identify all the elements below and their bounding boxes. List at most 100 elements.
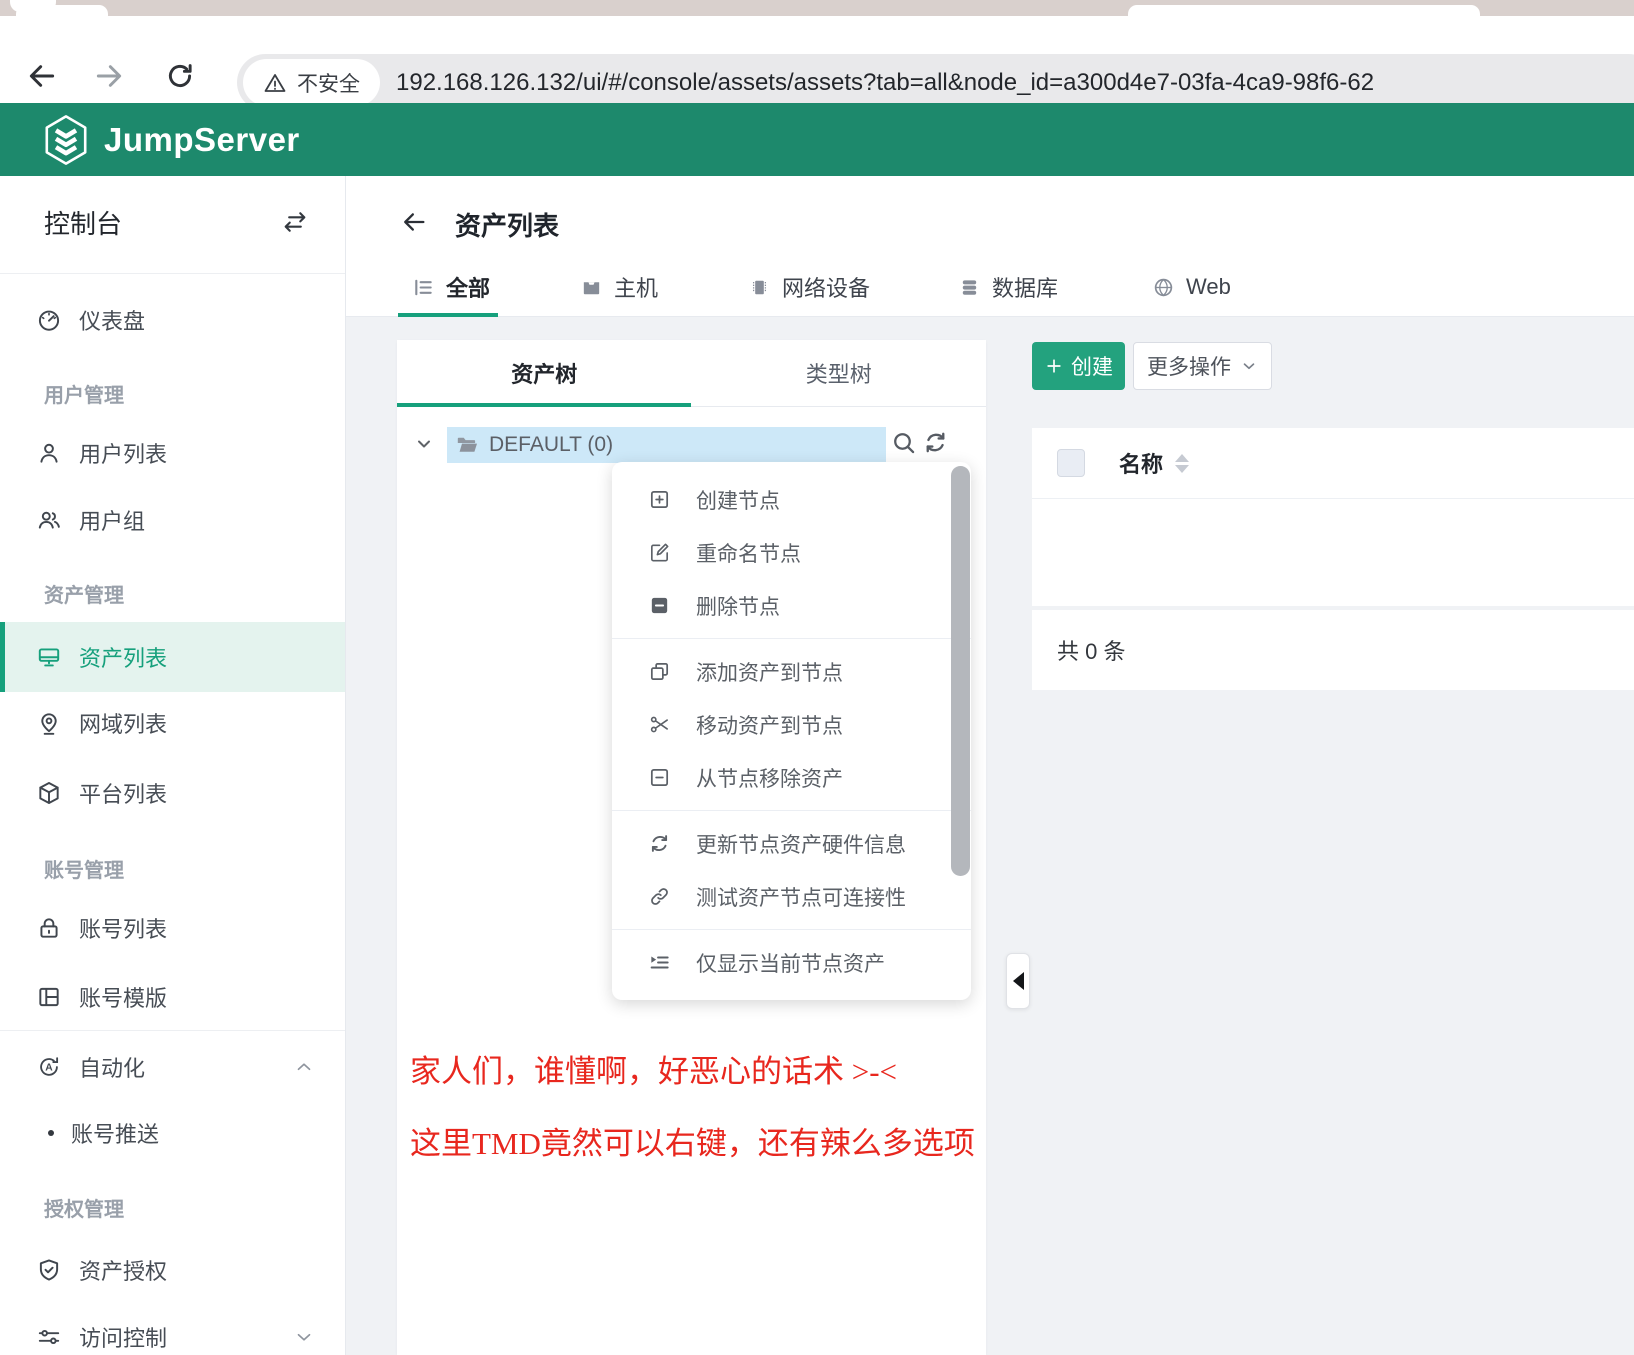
tab-host[interactable]: 主机 bbox=[580, 270, 658, 304]
sidebar-item-asset-perms[interactable]: 资产授权 bbox=[0, 1242, 345, 1298]
warning-icon bbox=[263, 71, 287, 95]
chevron-up-icon[interactable] bbox=[293, 1056, 315, 1078]
sidebar-section-users: 用户管理 bbox=[44, 379, 124, 408]
refresh-icon bbox=[648, 832, 671, 855]
page-title: 资产列表 bbox=[455, 206, 559, 243]
jumpserver-logo-icon bbox=[42, 114, 90, 166]
sidebar-section-perms: 授权管理 bbox=[44, 1193, 124, 1222]
tab-network-device[interactable]: 网络设备 bbox=[748, 270, 870, 304]
table-header-row: 名称 bbox=[1032, 428, 1634, 499]
tab-all[interactable]: 全部 bbox=[412, 270, 490, 304]
sidebar-section-assets: 资产管理 bbox=[44, 579, 124, 608]
tab-label: 全部 bbox=[446, 271, 490, 303]
menu-item-update-hardware-info[interactable]: 更新节点资产硬件信息 bbox=[612, 817, 971, 870]
panel-collapse-handle[interactable] bbox=[1006, 953, 1030, 1009]
sidebar-header: 控制台 bbox=[0, 194, 345, 250]
platform-icon bbox=[36, 780, 62, 806]
sidebar-item-access-control[interactable]: 访问控制 bbox=[0, 1309, 345, 1355]
menu-item-label: 重命名节点 bbox=[696, 538, 801, 568]
select-all-checkbox[interactable] bbox=[1057, 449, 1085, 477]
browser-tab-strip bbox=[0, 0, 1634, 16]
sort-icon[interactable] bbox=[1175, 454, 1189, 473]
create-button-label: 创建 bbox=[1071, 351, 1113, 381]
reload-icon[interactable] bbox=[164, 60, 196, 92]
menu-item-test-connectivity[interactable]: 测试资产节点可连接性 bbox=[612, 870, 971, 923]
shield-check-icon bbox=[36, 1257, 62, 1283]
sidebar-item-label: 自动化 bbox=[79, 1051, 145, 1083]
user-group-icon bbox=[36, 507, 62, 533]
sidebar-item-platform-list[interactable]: 平台列表 bbox=[0, 765, 345, 821]
refresh-icon[interactable] bbox=[922, 429, 949, 456]
list-icon bbox=[412, 276, 435, 299]
menu-item-label: 仅显示当前节点资产 bbox=[696, 948, 885, 978]
sidebar-item-account-list[interactable]: 账号列表 bbox=[0, 900, 345, 956]
collapse-left-icon bbox=[1013, 972, 1024, 990]
url-text[interactable]: 192.168.126.132/ui/#/console/assets/asse… bbox=[396, 69, 1374, 97]
sidebar-item-user-group[interactable]: 用户组 bbox=[0, 492, 345, 548]
back-icon-page[interactable] bbox=[400, 208, 428, 236]
menu-divider bbox=[612, 638, 971, 639]
menu-item-show-current-node-assets[interactable]: 仅显示当前节点资产 bbox=[612, 936, 971, 989]
menu-divider bbox=[612, 929, 971, 930]
menu-item-remove-assets-from-node[interactable]: 从节点移除资产 bbox=[612, 751, 971, 804]
swap-panel-icon[interactable] bbox=[281, 208, 309, 236]
sidebar-divider bbox=[0, 273, 345, 274]
more-actions-button[interactable]: 更多操作 bbox=[1133, 342, 1272, 390]
bullet-icon bbox=[48, 1130, 54, 1136]
filter-list-icon bbox=[648, 951, 671, 974]
sidebar-item-account-template[interactable]: 账号模版 bbox=[0, 969, 345, 1025]
annotation-line-2: 这里TMD竟然可以右键，还有辣么多选项 bbox=[410, 1118, 975, 1163]
tree-chevron-down-icon[interactable] bbox=[414, 434, 434, 454]
sidebar-item-label: 访问控制 bbox=[79, 1321, 167, 1353]
browser-toolbar: 不安全 192.168.126.132/ui/#/console/assets/… bbox=[0, 16, 1634, 103]
asset-table: 名称 bbox=[1032, 428, 1634, 606]
tree-node-default[interactable]: DEFAULT (0) bbox=[447, 427, 886, 463]
tab-label: 数据库 bbox=[992, 271, 1058, 303]
tab-type-tree[interactable]: 类型树 bbox=[692, 340, 987, 406]
tab-asset-tree[interactable]: 资产树 bbox=[397, 340, 692, 406]
scrollbar-thumb[interactable] bbox=[951, 466, 970, 876]
menu-item-label: 测试资产节点可连接性 bbox=[696, 882, 906, 912]
minus-square-icon bbox=[648, 766, 671, 789]
search-icon[interactable] bbox=[891, 430, 917, 456]
sidebar-item-dashboard[interactable]: 仪表盘 bbox=[0, 292, 345, 348]
menu-item-move-assets-to-node[interactable]: 移动资产到节点 bbox=[612, 698, 971, 751]
sidebar-item-label: 资产列表 bbox=[79, 641, 167, 673]
security-badge[interactable]: 不安全 bbox=[243, 59, 380, 106]
browser-tab-fragment[interactable] bbox=[16, 5, 108, 16]
back-icon[interactable] bbox=[26, 60, 58, 92]
menu-item-label: 更新节点资产硬件信息 bbox=[696, 829, 906, 859]
edit-icon bbox=[648, 541, 671, 564]
chevron-down-icon[interactable] bbox=[293, 1326, 315, 1348]
sidebar-item-user-list[interactable]: 用户列表 bbox=[0, 425, 345, 481]
forward-icon[interactable] bbox=[93, 60, 125, 92]
sidebar-item-label: 账号列表 bbox=[79, 912, 167, 944]
tree-panel-tabs: 资产树 类型树 bbox=[397, 340, 986, 407]
domain-icon bbox=[36, 710, 62, 736]
tab-label: Web bbox=[1186, 274, 1231, 300]
sidebar-item-domain-list[interactable]: 网域列表 bbox=[0, 695, 345, 751]
node-context-menu: 创建节点 重命名节点 删除节点 添加资产到节点 移动资产到节点 bbox=[612, 462, 971, 1000]
browser-tab-fragment[interactable] bbox=[1128, 5, 1480, 16]
sidebar-item-asset-list[interactable]: 资产列表 bbox=[0, 622, 345, 692]
tab-database[interactable]: 数据库 bbox=[958, 270, 1058, 304]
sidebar-item-label: 用户列表 bbox=[79, 437, 167, 469]
link-icon bbox=[648, 885, 671, 908]
copy-icon bbox=[648, 660, 671, 683]
menu-item-rename-node[interactable]: 重命名节点 bbox=[612, 526, 971, 579]
account-lock-icon bbox=[36, 915, 62, 941]
tab-web[interactable]: Web bbox=[1152, 270, 1231, 304]
menu-item-add-assets-to-node[interactable]: 添加资产到节点 bbox=[612, 645, 971, 698]
sidebar-item-label: 仪表盘 bbox=[79, 304, 145, 336]
brand[interactable]: JumpServer bbox=[42, 114, 300, 166]
svg-text:A: A bbox=[45, 1063, 53, 1074]
menu-item-delete-node[interactable]: 删除节点 bbox=[612, 579, 971, 632]
sidebar-item-account-push[interactable]: 账号推送 bbox=[0, 1105, 345, 1161]
database-icon bbox=[958, 276, 981, 299]
tab-label: 主机 bbox=[614, 271, 658, 303]
menu-item-create-node[interactable]: 创建节点 bbox=[612, 473, 971, 526]
sidebar-item-automation[interactable]: A 自动化 bbox=[0, 1039, 345, 1095]
create-button[interactable]: 创建 bbox=[1032, 342, 1125, 390]
plus-icon bbox=[1044, 356, 1064, 376]
dashboard-icon bbox=[36, 307, 62, 333]
